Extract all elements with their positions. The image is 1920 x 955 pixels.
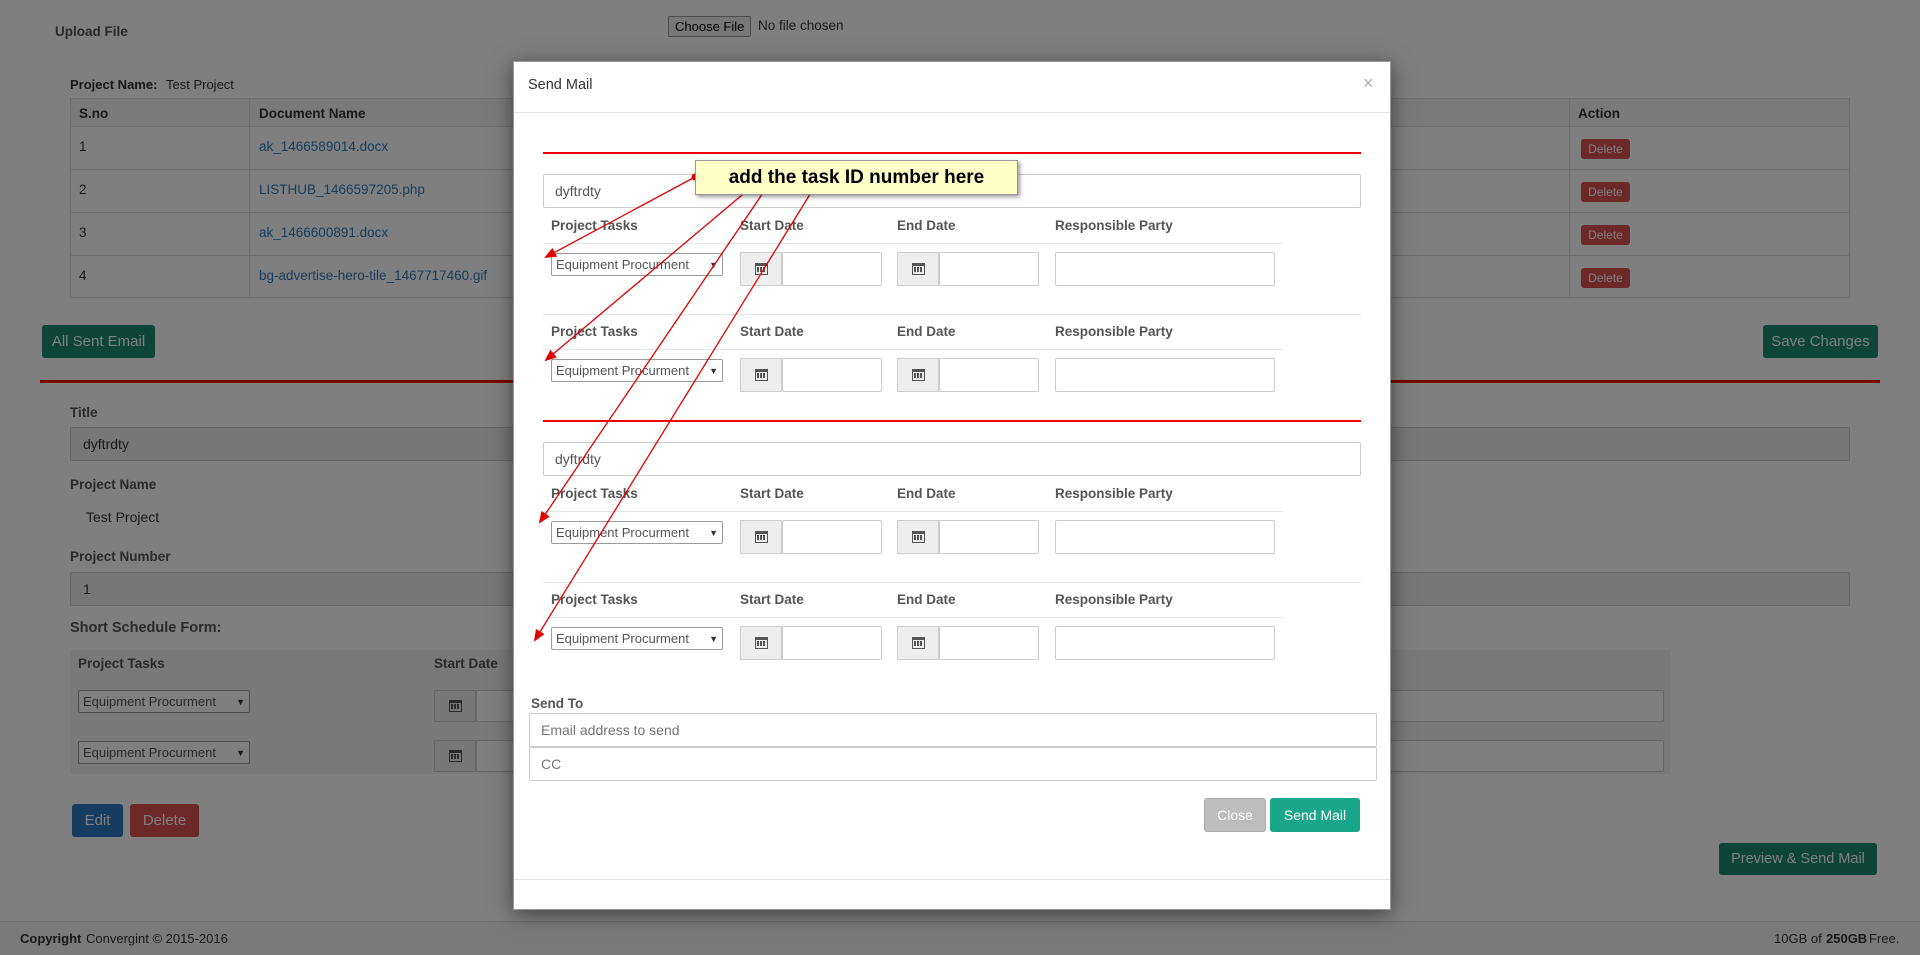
annotation-arrow <box>544 189 749 362</box>
annotation-callout: add the task ID number here <box>695 160 1018 195</box>
annotation-arrow <box>544 176 696 258</box>
annotation-arrow <box>538 189 766 524</box>
annotation-arrows <box>533 173 816 642</box>
annotation-arrow <box>533 190 813 642</box>
